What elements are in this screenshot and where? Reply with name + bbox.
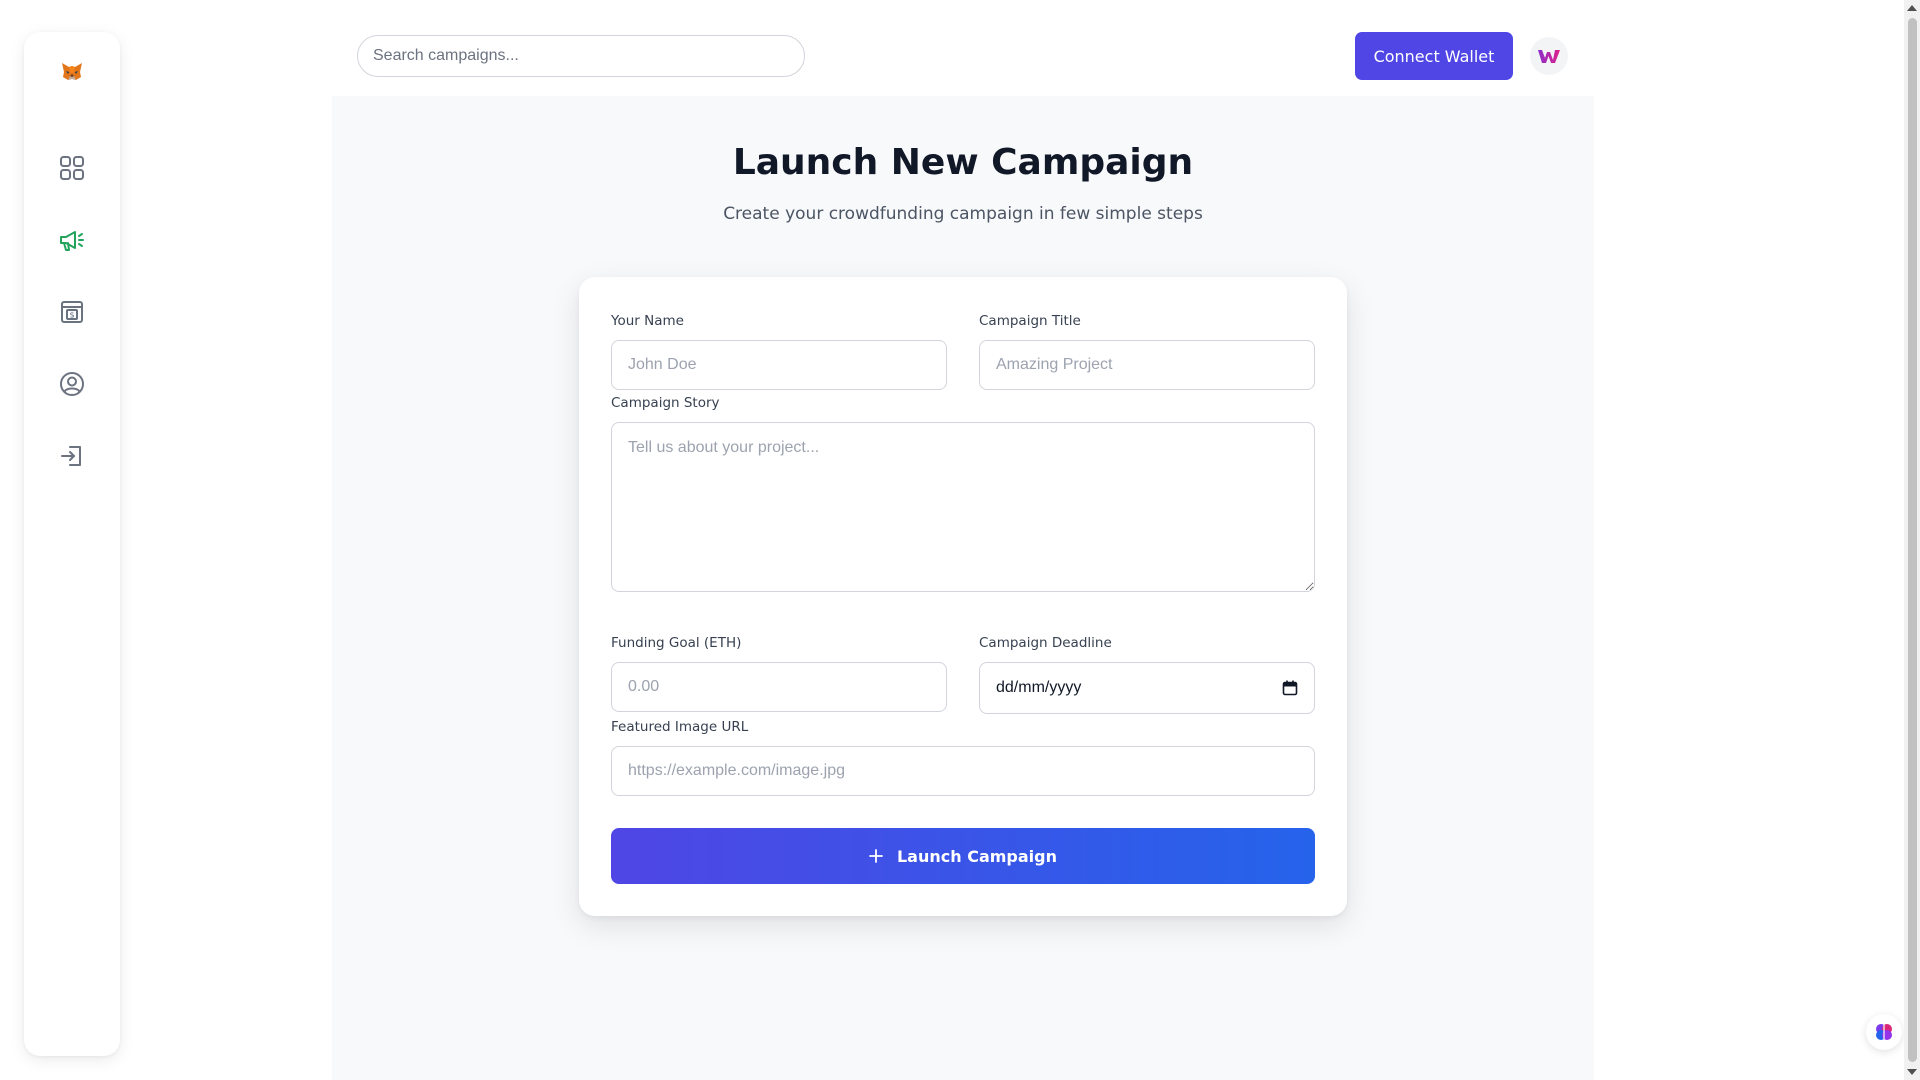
goal-label: Funding Goal (ETH) xyxy=(611,635,742,651)
story-label: Campaign Story xyxy=(611,395,720,411)
search-input[interactable] xyxy=(357,35,805,77)
scroll-thumb[interactable] xyxy=(1908,18,1917,1062)
fox-logo-icon[interactable] xyxy=(60,60,84,84)
launch-campaign-button[interactable]: Launch Campaign xyxy=(611,828,1315,884)
sidebar: $ xyxy=(24,32,120,1056)
avatar[interactable] xyxy=(1530,37,1568,75)
launch-campaign-label: Launch Campaign xyxy=(896,846,1057,866)
nav-profile[interactable] xyxy=(48,360,96,408)
image-url-input[interactable] xyxy=(611,746,1315,796)
campaign-title-input[interactable] xyxy=(979,340,1315,390)
assistant-button[interactable] xyxy=(1866,1014,1902,1050)
main-content: Connect Wallet Launch New Campaign Creat… xyxy=(332,0,1594,1080)
funding-goal-input[interactable] xyxy=(611,662,947,712)
story-textarea[interactable] xyxy=(611,422,1315,592)
image-url-label: Featured Image URL xyxy=(611,719,749,735)
campaign-form: Your Name Campaign Title Campaign Story … xyxy=(579,277,1347,916)
plus-icon xyxy=(869,849,883,863)
megaphone-icon xyxy=(60,231,84,251)
nav-campaign[interactable] xyxy=(48,216,96,264)
top-bar: Connect Wallet xyxy=(332,0,1594,96)
deadline-date-input[interactable]: dd/mm/yyyy xyxy=(979,662,1315,714)
deadline-label: Campaign Deadline xyxy=(979,635,1112,651)
nav-dashboard[interactable] xyxy=(48,144,96,192)
nav-logout[interactable] xyxy=(48,432,96,480)
scroll-down-icon[interactable] xyxy=(1907,1069,1917,1075)
name-input[interactable] xyxy=(611,340,947,390)
brand-logo-icon xyxy=(1538,50,1560,63)
date-format-text: dd/mm/yyyy xyxy=(996,679,1082,696)
svg-text:$: $ xyxy=(69,311,74,320)
connect-wallet-button[interactable]: Connect Wallet xyxy=(1355,32,1513,80)
brain-icon xyxy=(1876,1024,1892,1040)
dashboard-icon xyxy=(60,156,84,180)
title-label: Campaign Title xyxy=(979,313,1081,329)
nav-payment[interactable]: $ xyxy=(48,288,96,336)
payment-icon: $ xyxy=(61,301,83,323)
page-subtitle: Create your crowdfunding campaign in few… xyxy=(723,204,1203,224)
profile-icon xyxy=(60,372,84,396)
scroll-up-icon[interactable] xyxy=(1907,5,1917,11)
page-title: Launch New Campaign xyxy=(732,142,1194,183)
calendar-icon[interactable] xyxy=(1282,680,1298,696)
logout-icon xyxy=(61,446,81,466)
name-label: Your Name xyxy=(611,313,684,329)
scrollbar[interactable] xyxy=(1904,0,1920,1080)
